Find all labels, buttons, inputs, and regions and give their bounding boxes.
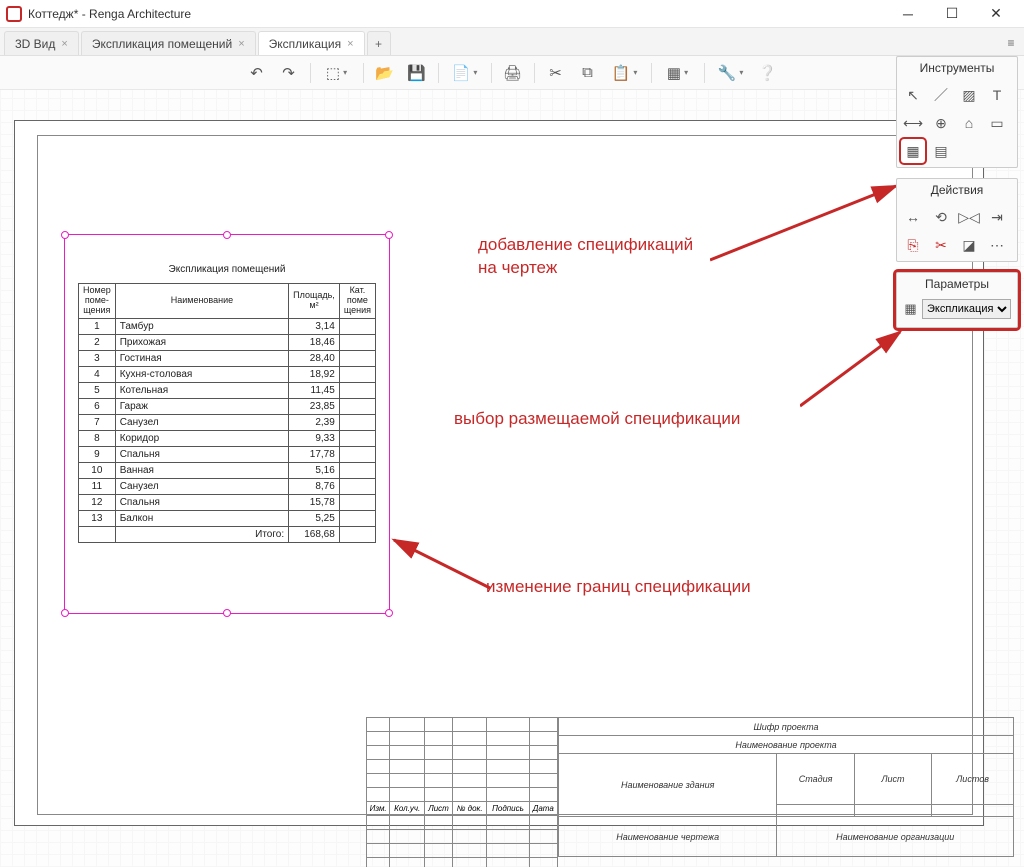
tb-code: Шифр проекта [559, 718, 1014, 736]
save-button[interactable]: 💾 [402, 60, 432, 86]
tab-schedule[interactable]: Экспликация × [258, 31, 365, 55]
main-area: Экспликация помещений Номер поме- щения … [0, 90, 1024, 867]
paste-button[interactable]: 📋 [605, 60, 645, 86]
spec-select-dropdown[interactable]: Экспликация [922, 299, 1011, 319]
table-row: 10Ванная5,16 [79, 462, 376, 478]
add-spec-tool-icon[interactable]: ▦ [901, 139, 925, 163]
col-num: Номер поме- щения [79, 284, 116, 319]
table-row: 3Гостиная28,40 [79, 350, 376, 366]
table-total-row: Итого:168,68 [79, 526, 376, 542]
table-row: 5Котельная11,45 [79, 382, 376, 398]
hatch-tool-icon[interactable]: ▨ [957, 83, 981, 107]
col-area: Площадь, м² [289, 284, 340, 319]
col-name: Наименование [115, 284, 288, 319]
table-row: 13Балкон5,25 [79, 510, 376, 526]
spec-table[interactable]: Экспликация помещений Номер поме- щения … [78, 258, 376, 543]
table-row: 6Гараж23,85 [79, 398, 376, 414]
close-icon[interactable]: × [347, 38, 353, 50]
axis-tool-icon[interactable]: ⊕ [929, 111, 953, 135]
dim-tool-icon[interactable]: ⟷ [901, 111, 925, 135]
close-icon[interactable]: × [238, 38, 244, 50]
main-toolbar: ↶ ↷ ⬚ 📂 💾 📄 🖨 ✂ ⧉ 📋 ▦ 🔧 ❔ [0, 56, 1024, 90]
resize-handle-tm[interactable] [223, 231, 231, 239]
close-icon[interactable]: × [61, 38, 67, 50]
tb-org: Наименование организации [777, 817, 1014, 857]
elev-tool-icon[interactable]: ⌂ [957, 111, 981, 135]
cursor-tool-icon[interactable]: ↖ [901, 83, 925, 107]
text-tool-icon[interactable]: T [985, 83, 1009, 107]
col-cat: Кат. поме щения [339, 284, 375, 319]
copy-action-icon[interactable]: ⎘ [901, 233, 925, 257]
line-tool-icon[interactable]: ／ [929, 83, 953, 107]
add-tab-button[interactable]: + [367, 31, 391, 55]
model-button[interactable]: ⬚ [317, 60, 357, 86]
table-row: 1Тамбур3,14 [79, 318, 376, 334]
panel-title: Инструменты [897, 57, 1017, 79]
panel-actions: Действия ↔ ⟲ ▷◁ ⇥ ⎘ ✂ ◪ ⋯ [896, 178, 1018, 262]
array-action-icon[interactable]: ⋯ [985, 233, 1009, 257]
tab-room-schedule[interactable]: Экспликация помещений × [81, 31, 256, 55]
panel-tools: Инструменты ↖ ／ ▨ T ⟷ ⊕ ⌂ ▭ ▦ ▤ [896, 56, 1018, 168]
open-button[interactable]: 📂 [370, 60, 400, 86]
tb-drawing: Наименование чертежа [559, 817, 777, 857]
close-button[interactable]: ✕ [974, 0, 1018, 28]
table-row: 9Спальня17,78 [79, 446, 376, 462]
move-action-icon[interactable]: ↔ [901, 205, 925, 229]
view-button[interactable]: ▦ [658, 60, 698, 86]
spec-title: Экспликация помещений [78, 258, 376, 283]
tab-label: Экспликация [269, 37, 341, 51]
align-action-icon[interactable]: ⇥ [985, 205, 1009, 229]
redo-button[interactable]: ↷ [274, 60, 304, 86]
table-row: 4Кухня-столовая18,92 [79, 366, 376, 382]
tb-stage: Стадия [777, 754, 854, 805]
tb-sheets: Листов [932, 754, 1014, 805]
drawing-canvas[interactable]: Экспликация помещений Номер поме- щения … [0, 90, 1024, 867]
frame-tool-icon[interactable]: ▭ [985, 111, 1009, 135]
spec-grid: Номер поме- щения Наименование Площадь, … [78, 283, 376, 543]
settings-button[interactable]: 🔧 [711, 60, 751, 86]
maximize-button[interactable]: ☐ [930, 0, 974, 28]
table-row: 8Коридор9,33 [79, 430, 376, 446]
resize-handle-tr[interactable] [385, 231, 393, 239]
panel-parameters: Параметры ▦ Экспликация [896, 272, 1018, 328]
window-title: Коттедж* - Renga Architecture [28, 7, 191, 21]
table-row: 12Спальня15,78 [79, 494, 376, 510]
app-logo-icon [6, 6, 22, 22]
tb-sheet: Лист [854, 754, 931, 805]
rotate-action-icon[interactable]: ⟲ [929, 205, 953, 229]
spec-param-icon: ▦ [903, 300, 918, 318]
titleblock: Шифр проекта Наименование проекта Наимен… [558, 717, 1014, 857]
trim-action-icon[interactable]: ✂ [929, 233, 953, 257]
tb-building: Наименование здания [559, 754, 777, 817]
tab-3d-view[interactable]: 3D Вид × [4, 31, 79, 55]
tb-project: Наименование проекта [559, 736, 1014, 754]
resize-handle-bm[interactable] [223, 609, 231, 617]
undo-button[interactable]: ↶ [242, 60, 272, 86]
tab-label: 3D Вид [15, 37, 55, 51]
print-button[interactable]: 🖨 [498, 60, 528, 86]
mirror-action-icon[interactable]: ▷◁ [957, 205, 981, 229]
panel-title: Параметры [897, 273, 1017, 295]
export-button[interactable]: 📄 [445, 60, 485, 86]
titlebar: Коттедж* - Renga Architecture ─ ☐ ✕ [0, 0, 1024, 28]
table-row: 2Прихожая18,46 [79, 334, 376, 350]
panel-title: Действия [897, 179, 1017, 201]
resize-handle-tl[interactable] [61, 231, 69, 239]
table-row: 11Санузел8,76 [79, 478, 376, 494]
tab-menu-icon[interactable]: ≡ [998, 31, 1024, 55]
table-tool-icon[interactable]: ▤ [929, 139, 953, 163]
cut-button[interactable]: ✂ [541, 60, 571, 86]
titleblock-side: Изм.Кол.уч.Лист№ док.ПодписьДата [366, 717, 558, 857]
table-row: 7Санузел2,39 [79, 414, 376, 430]
tab-label: Экспликация помещений [92, 37, 232, 51]
copy-button[interactable]: ⧉ [573, 60, 603, 86]
scale-action-icon[interactable]: ◪ [957, 233, 981, 257]
minimize-button[interactable]: ─ [886, 0, 930, 28]
resize-handle-bl[interactable] [61, 609, 69, 617]
resize-handle-br[interactable] [385, 609, 393, 617]
help-button[interactable]: ❔ [753, 60, 783, 86]
tab-bar: 3D Вид × Экспликация помещений × Эксплик… [0, 28, 1024, 56]
